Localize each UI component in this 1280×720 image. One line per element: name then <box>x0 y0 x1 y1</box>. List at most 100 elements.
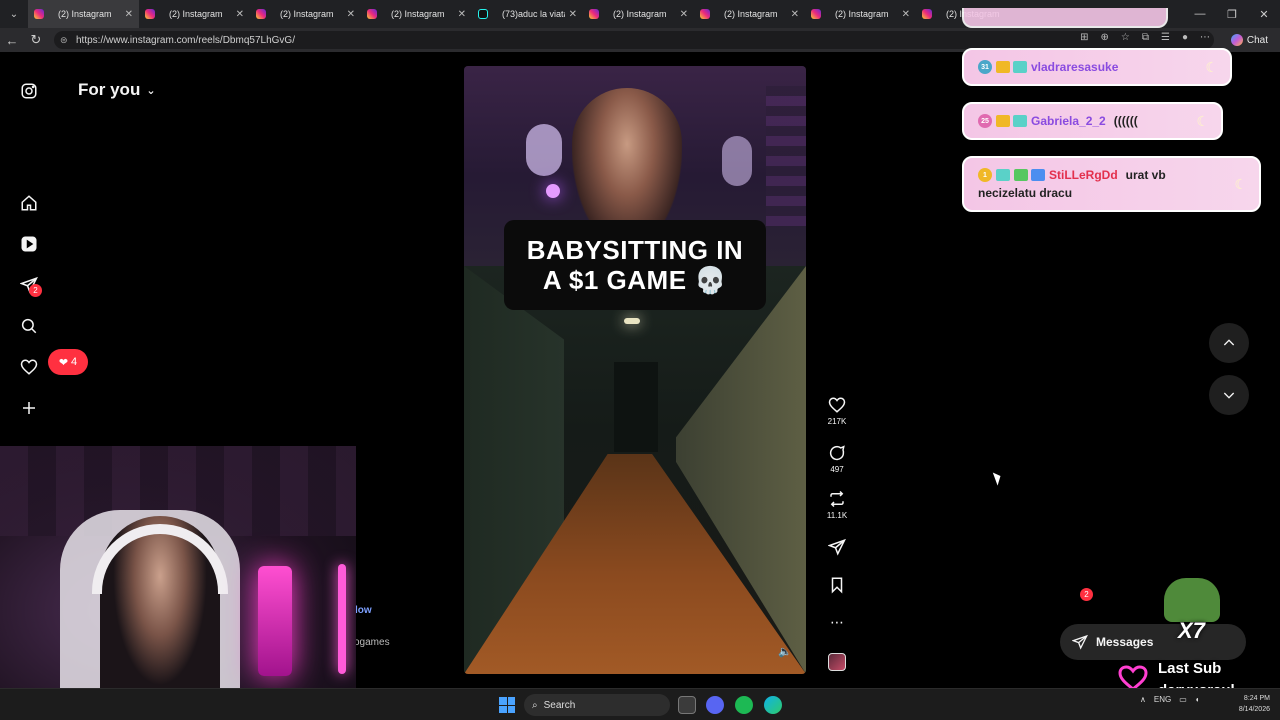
like-button[interactable]: 217K <box>822 396 852 426</box>
chevron-down-icon: ⌄ <box>146 84 156 97</box>
tab-title: (73)aduc la viata cip <box>502 9 565 19</box>
repost-count: 11.1K <box>826 511 848 520</box>
back-icon[interactable]: ← <box>0 28 24 52</box>
reels-icon[interactable] <box>18 233 40 255</box>
heart-icon: ❤ <box>58 356 69 369</box>
favorites-icon[interactable]: ☰ <box>1161 32 1170 43</box>
close-icon[interactable]: ✕ <box>569 9 577 20</box>
close-icon[interactable]: ✕ <box>791 9 799 20</box>
messages-label: Messages <box>1096 635 1154 649</box>
chat-username: Gabriela_2_2 <box>1031 114 1106 128</box>
network-icon[interactable]: ▭ <box>1179 695 1187 704</box>
purple-light <box>546 184 560 198</box>
search-icon[interactable] <box>18 315 40 337</box>
sub-badge-icon <box>1013 61 1027 73</box>
discord-icon[interactable] <box>706 696 724 714</box>
chevron-up-icon[interactable]: ∧ <box>1140 695 1146 704</box>
instagram-icon <box>367 9 377 19</box>
instagram-logo-icon[interactable] <box>18 80 40 102</box>
sub-badge-icon <box>996 169 1010 181</box>
maximize-icon[interactable]: ❐ <box>1216 0 1248 28</box>
close-icon[interactable]: ✕ <box>680 9 688 20</box>
edge-browser-icon[interactable] <box>764 696 782 714</box>
game-footage <box>464 266 806 674</box>
crown-badge-icon <box>996 61 1010 73</box>
close-icon[interactable]: ✕ <box>236 9 244 20</box>
feed-title: For you <box>78 80 141 99</box>
save-button[interactable] <box>822 576 852 594</box>
home-icon[interactable] <box>18 192 40 214</box>
gift-badge-icon <box>1014 169 1028 181</box>
profile-icon[interactable]: ● <box>1182 32 1188 43</box>
close-icon[interactable]: ✕ <box>902 9 910 20</box>
instagram-icon <box>922 9 932 19</box>
close-icon[interactable]: ✕ <box>125 9 133 20</box>
like-count: 217K <box>827 417 847 426</box>
apps-icon[interactable]: ⊞ <box>1080 32 1088 43</box>
multiplier-label: X7 <box>1178 618 1205 643</box>
zoom-icon[interactable]: ⊕ <box>1100 32 1108 43</box>
chat-text: necizelatu dracu <box>978 186 1073 200</box>
volume-icon[interactable]: 🔈 <box>778 645 792 658</box>
caption-line: BABYSITTING IN <box>526 235 744 265</box>
minimize-icon[interactable]: — <box>1184 0 1216 28</box>
browser-tab[interactable]: (2) Instagram ✕ <box>139 0 250 28</box>
volume-icon[interactable]: ◖ <box>1195 695 1200 704</box>
chat-message: 31 vladraresasuke ☾ <box>962 48 1232 86</box>
windows-start-icon[interactable] <box>499 697 515 713</box>
chat-label: Chat <box>1246 34 1268 46</box>
share-icon <box>828 538 846 556</box>
notifications-heart-icon[interactable] <box>18 356 40 378</box>
browser-tab[interactable]: (2) Instagram ✕ <box>805 0 916 28</box>
refresh-icon[interactable]: ↻ <box>24 28 48 52</box>
repost-icon <box>830 490 844 508</box>
browser-tab[interactable]: (2) Instagram ✕ <box>28 0 139 28</box>
file-explorer-icon[interactable] <box>678 696 696 714</box>
comment-button[interactable]: 497 <box>822 444 852 474</box>
clock-time: 8:24 PM <box>1243 695 1270 702</box>
chat-message: 1 StiLLeRgDd urat vb necizelatu dracu ☾ <box>962 156 1261 212</box>
browser-tab[interactable]: (2) Instagram ✕ <box>250 0 361 28</box>
messages-button[interactable]: Messages <box>1060 624 1246 660</box>
taskbar-search[interactable]: ⌕ Search <box>524 694 670 716</box>
browser-tab[interactable]: (2) Instagram ✕ <box>694 0 805 28</box>
extensions-icon[interactable]: ⧉ <box>1142 32 1149 43</box>
browser-tab[interactable]: (2) Instagram ✕ <box>361 0 472 28</box>
bunny-lamp <box>722 136 752 186</box>
next-reel-button[interactable] <box>1209 375 1249 415</box>
instagram-icon <box>145 9 155 19</box>
close-icon[interactable]: ✕ <box>458 9 466 20</box>
tab-title: (2) Instagram <box>169 9 223 19</box>
taskbar-clock[interactable]: 8:24 PM 8/14/2026 <box>1226 693 1270 715</box>
create-plus-icon[interactable] <box>18 397 40 419</box>
notification-count-bubble[interactable]: ❤ 4 <box>48 349 88 375</box>
close-window-icon[interactable]: ✕ <box>1248 0 1280 28</box>
audio-thumbnail[interactable] <box>828 653 846 671</box>
copilot-chat-button[interactable]: Chat <box>1230 31 1268 49</box>
site-info-icon[interactable]: ⊜ <box>60 35 70 46</box>
close-icon[interactable]: ✕ <box>347 9 355 20</box>
browser-tab[interactable]: (73)aduc la viata cip ✕ <box>472 0 583 28</box>
follow-link-partial[interactable]: low <box>355 605 372 616</box>
username-partial[interactable]: ogames <box>354 637 390 648</box>
share-button[interactable] <box>822 538 852 556</box>
tab-actions-menu-icon[interactable]: ⌄ <box>0 0 28 28</box>
previous-reel-button[interactable] <box>1209 323 1249 363</box>
ceiling-light <box>624 318 640 324</box>
language-indicator[interactable]: ENG <box>1154 695 1171 704</box>
tiktok-icon <box>478 9 488 19</box>
browser-tab[interactable]: (2) Instagram ✕ <box>583 0 694 28</box>
more-icon[interactable]: ⋯ <box>1200 32 1210 43</box>
repost-button[interactable]: 11.1K <box>822 490 852 520</box>
level-badge: 25 <box>978 114 992 128</box>
reel-video[interactable]: BABYSITTING IN A $1 GAME 💀 🔈 <box>464 66 806 674</box>
spotify-icon[interactable] <box>735 696 753 714</box>
tab-title: (2) Instagram <box>391 9 445 19</box>
favorite-star-icon[interactable]: ☆ <box>1121 32 1130 43</box>
moon-icon: ☾ <box>1234 175 1247 192</box>
reel-caption-overlay: BABYSITTING IN A $1 GAME 💀 <box>504 220 766 310</box>
messages-badge: 2 <box>1080 588 1093 601</box>
feed-selector[interactable]: For you ⌄ <box>78 80 156 100</box>
more-options-button[interactable]: ⋯ <box>822 614 852 631</box>
address-bar[interactable]: ⊜ https://www.instagram.com/reels/Dbmq57… <box>54 31 1214 49</box>
